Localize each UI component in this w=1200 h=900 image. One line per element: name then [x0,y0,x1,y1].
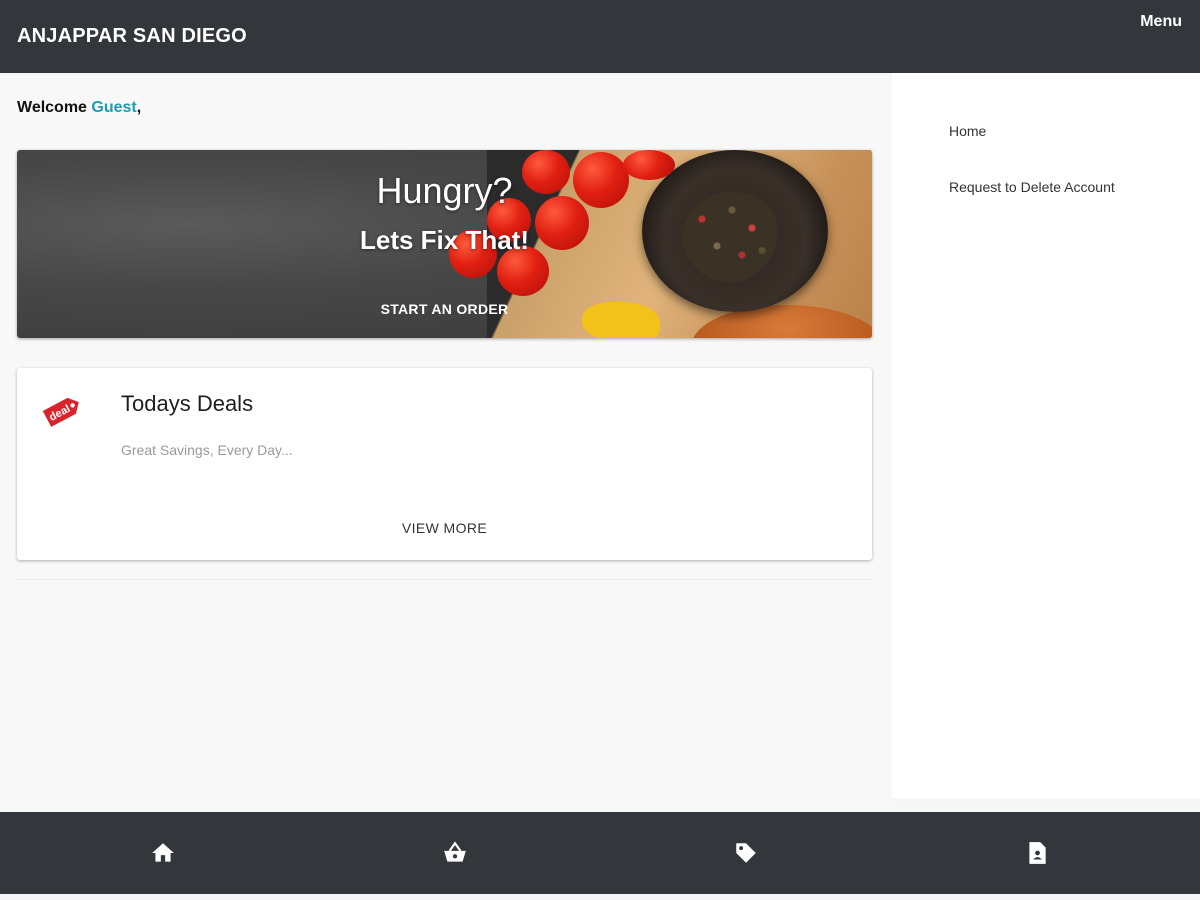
hero-banner[interactable]: Hungry? Lets Fix That! START AN ORDER [17,150,872,338]
sidebar-item-home[interactable]: Home [949,123,986,139]
document-icon [1029,842,1046,864]
nav-orders-button[interactable] [891,812,1183,894]
side-menu: Home Request to Delete Account [892,73,1200,798]
view-more-button[interactable]: VIEW MORE [17,520,872,536]
nav-deals-button[interactable] [600,812,892,894]
welcome-suffix: , [136,99,142,116]
basket-icon [444,841,466,862]
bottom-navigation [0,812,1200,894]
welcome-user: Guest [91,99,137,116]
deal-tag-icon: deal [42,397,79,427]
app-title: ANJAPPAR SAN DIEGO [17,25,247,47]
main-content: Welcome Guest, Hungry? Lets Fix That! ST… [0,73,892,813]
deals-title: Todays Deals [121,391,254,416]
hero-title: Hungry? [376,170,513,211]
content-divider [17,579,872,580]
hero-yellow-pepper [582,302,660,338]
sidebar-item-delete-account[interactable]: Request to Delete Account [949,179,1115,195]
start-order-button[interactable]: START AN ORDER [357,296,532,322]
tag-icon [736,843,756,863]
nav-basket-button[interactable] [309,812,601,894]
hero-subtitle: Lets Fix That! [359,225,529,255]
deals-subtitle: Great Savings, Every Day... [121,442,293,458]
welcome-prefix: Welcome [17,99,92,116]
home-icon [152,843,174,862]
todays-deals-card[interactable]: deal Todays Deals Great Savings, Every D… [17,368,872,560]
nav-home-button[interactable] [17,812,309,894]
top-app-bar: ANJAPPAR SAN DIEGO Menu [0,0,1200,73]
menu-button[interactable]: Menu [1140,13,1182,31]
welcome-message: Welcome Guest, [17,99,141,117]
